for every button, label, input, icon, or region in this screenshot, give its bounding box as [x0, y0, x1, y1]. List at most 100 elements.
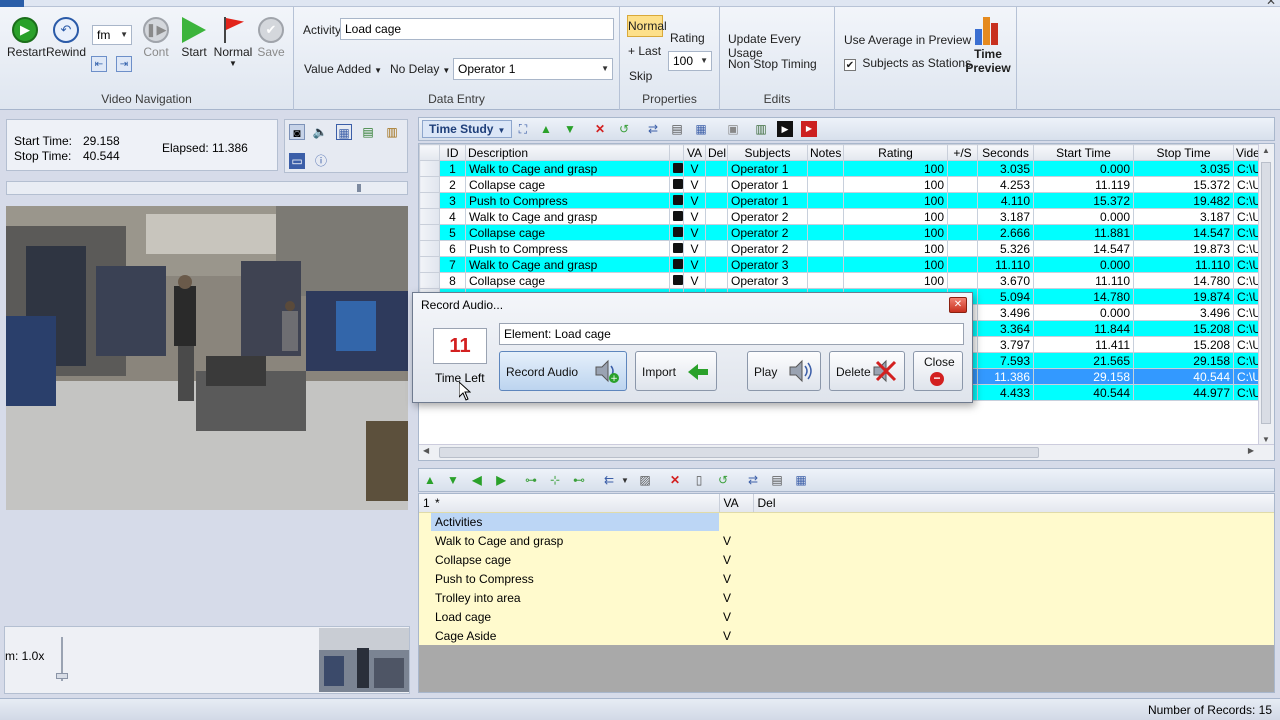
notes-icon[interactable]: ▥ — [384, 124, 400, 140]
rewind-button[interactable]: ↶ Rewind — [46, 17, 86, 59]
scroll-up-icon[interactable]: ▲ — [1262, 146, 1270, 155]
table-row[interactable]: 2 Collapse cage V Operator 1 100 4.253 11.119 1… — [419, 176, 1260, 193]
last-toggle[interactable]: + Last — [628, 44, 661, 58]
normal-button[interactable]: Normal ▼ — [213, 17, 253, 68]
tree-icon[interactable]: ⊹ — [547, 472, 563, 488]
save-button[interactable]: ✔ Save — [254, 17, 288, 59]
slider-thumb[interactable] — [357, 184, 361, 192]
non-stop-timing-toggle[interactable]: Non Stop Timing — [728, 57, 817, 71]
undo-icon[interactable]: ↺ — [715, 472, 731, 488]
select-icon[interactable]: ⛶ — [515, 121, 531, 137]
film-icon[interactable] — [673, 242, 683, 253]
hierarchy-icon[interactable]: ⊷ — [571, 472, 587, 488]
delay-dropdown[interactable]: No Delay ▼ — [390, 62, 450, 76]
app-menu-button[interactable] — [0, 0, 24, 7]
move-down-icon[interactable]: ▼ — [445, 472, 461, 488]
column-header[interactable]: Seconds — [977, 144, 1034, 161]
print-icon[interactable]: ▣ — [725, 121, 741, 137]
info-icon[interactable]: ⓘ — [313, 153, 329, 169]
cont-button[interactable]: ❚▶ Cont — [139, 17, 173, 59]
film-icon[interactable] — [673, 226, 683, 237]
column-header[interactable]: Rating — [843, 144, 948, 161]
use-average-toggle[interactable]: Use Average in Preview — [844, 33, 971, 47]
subjects-as-stations-checkbox[interactable]: ✔ Subjects as Stations — [844, 56, 971, 71]
link-icon[interactable]: ⊶ — [523, 472, 539, 488]
start-button[interactable]: Start — [177, 17, 211, 59]
column-header[interactable]: Subjects — [727, 144, 808, 161]
camera-icon[interactable]: ◙ — [289, 124, 305, 140]
update-every-usage-toggle[interactable]: Update Every Usage — [728, 32, 834, 60]
film-icon[interactable] — [673, 210, 683, 221]
video-player[interactable] — [6, 206, 408, 510]
table-row[interactable]: 7 Walk to Cage and grasp V Operator 3 100 11.… — [419, 256, 1260, 273]
list-item[interactable]: Walk to Cage and grasp V — [419, 531, 1274, 550]
export-icon[interactable]: ▤ — [360, 124, 376, 140]
units-select[interactable]: fm ▼ — [92, 25, 132, 45]
chevron-down-icon[interactable]: ▼ — [617, 473, 633, 489]
list-item[interactable]: Trolley into area V — [419, 588, 1274, 607]
table-row[interactable]: 6 Push to Compress V Operator 2 100 5.326 14.5… — [419, 240, 1260, 257]
speaker-icon[interactable]: 🔈 — [312, 124, 328, 140]
scroll-left-icon[interactable]: ◀ — [423, 446, 429, 455]
delete-icon[interactable]: ✕ — [667, 472, 683, 488]
column-header[interactable]: Video — [1233, 144, 1260, 161]
list-item[interactable]: Push to Compress V — [419, 569, 1274, 588]
horizontal-scrollbar[interactable]: ◀ ▶ — [419, 444, 1274, 460]
restart-button[interactable]: ▶ Restart — [7, 17, 46, 59]
skip-toggle[interactable]: Skip — [629, 69, 652, 83]
table-row[interactable]: 8 Collapse cage V Operator 3 100 3.670 11.110 1… — [419, 272, 1260, 289]
grid-icon[interactable]: ▦ — [336, 124, 352, 140]
close-button[interactable]: Close − — [913, 351, 963, 391]
transfer-icon[interactable]: ⇄ — [645, 121, 661, 137]
scroll-down-icon[interactable]: ▼ — [1262, 435, 1270, 444]
rating-select[interactable]: 100 ▼ — [668, 51, 712, 71]
column-header[interactable] — [419, 144, 440, 161]
step-forward-icon[interactable]: ⇥ — [116, 56, 132, 72]
import-icon[interactable]: ⇇ — [601, 472, 617, 488]
video-position-slider[interactable] — [6, 181, 408, 195]
film-icon[interactable]: ▶ — [777, 121, 793, 137]
delete-icon[interactable]: ✕ — [592, 121, 608, 137]
chart-icon[interactable]: ▥ — [753, 121, 769, 137]
video-thumbnail[interactable] — [319, 628, 409, 692]
table-row[interactable]: 5 Collapse cage V Operator 2 100 2.666 11.881 1… — [419, 224, 1260, 241]
scroll-thumb[interactable] — [1261, 162, 1271, 424]
list-item[interactable]: Cage Aside V — [419, 626, 1274, 645]
import-button[interactable]: Import — [635, 351, 717, 391]
film-icon[interactable] — [673, 274, 683, 285]
move-up-icon[interactable]: ▲ — [538, 121, 554, 137]
film-icon[interactable] — [673, 178, 683, 189]
column-header[interactable]: VA — [683, 144, 706, 161]
normal-toggle[interactable]: Normal — [627, 15, 667, 37]
column-header[interactable]: ID — [439, 144, 466, 161]
document-icon[interactable]: ▤ — [669, 121, 685, 137]
list-item[interactable]: Collapse cage V — [419, 550, 1274, 569]
new-document-icon[interactable]: ▯ — [691, 472, 707, 488]
youtube-icon[interactable]: ▶ — [801, 121, 817, 137]
view-dropdown[interactable]: Time Study ▼ — [422, 120, 513, 138]
scroll-right-icon[interactable]: ▶ — [1248, 446, 1254, 455]
operator-select[interactable]: Operator 1 ▼ — [453, 58, 613, 80]
film-icon[interactable] — [673, 258, 683, 269]
column-header[interactable] — [669, 144, 684, 161]
document-icon[interactable]: ▤ — [769, 472, 785, 488]
column-header[interactable]: Description — [465, 144, 670, 161]
move-left-icon[interactable]: ◀ — [469, 472, 485, 488]
monitor-icon[interactable]: ▭ — [289, 153, 305, 169]
column-header[interactable]: +/S — [947, 144, 978, 161]
zoom-slider-thumb[interactable] — [56, 673, 68, 679]
play-button[interactable]: Play — [747, 351, 821, 391]
list-item[interactable]: Load cage V — [419, 607, 1274, 626]
film-icon[interactable] — [673, 162, 683, 173]
column-header[interactable]: Start Time — [1033, 144, 1134, 161]
value-added-dropdown[interactable]: Value Added ▼ — [304, 62, 382, 76]
table-row[interactable]: 4 Walk to Cage and grasp V Operator 2 100 3.1… — [419, 208, 1260, 225]
dialog-close-icon[interactable]: ✕ — [949, 297, 967, 313]
move-down-icon[interactable]: ▼ — [562, 121, 578, 137]
table-row[interactable]: 3 Push to Compress V Operator 1 100 4.110 15.3… — [419, 192, 1260, 209]
column-header[interactable]: Notes — [807, 144, 844, 161]
activities-group-row[interactable]: Activities — [419, 512, 1274, 531]
column-header[interactable]: Del — [705, 144, 728, 161]
film-icon[interactable] — [673, 194, 683, 205]
vertical-scrollbar[interactable]: ▲ ▼ — [1258, 144, 1274, 446]
